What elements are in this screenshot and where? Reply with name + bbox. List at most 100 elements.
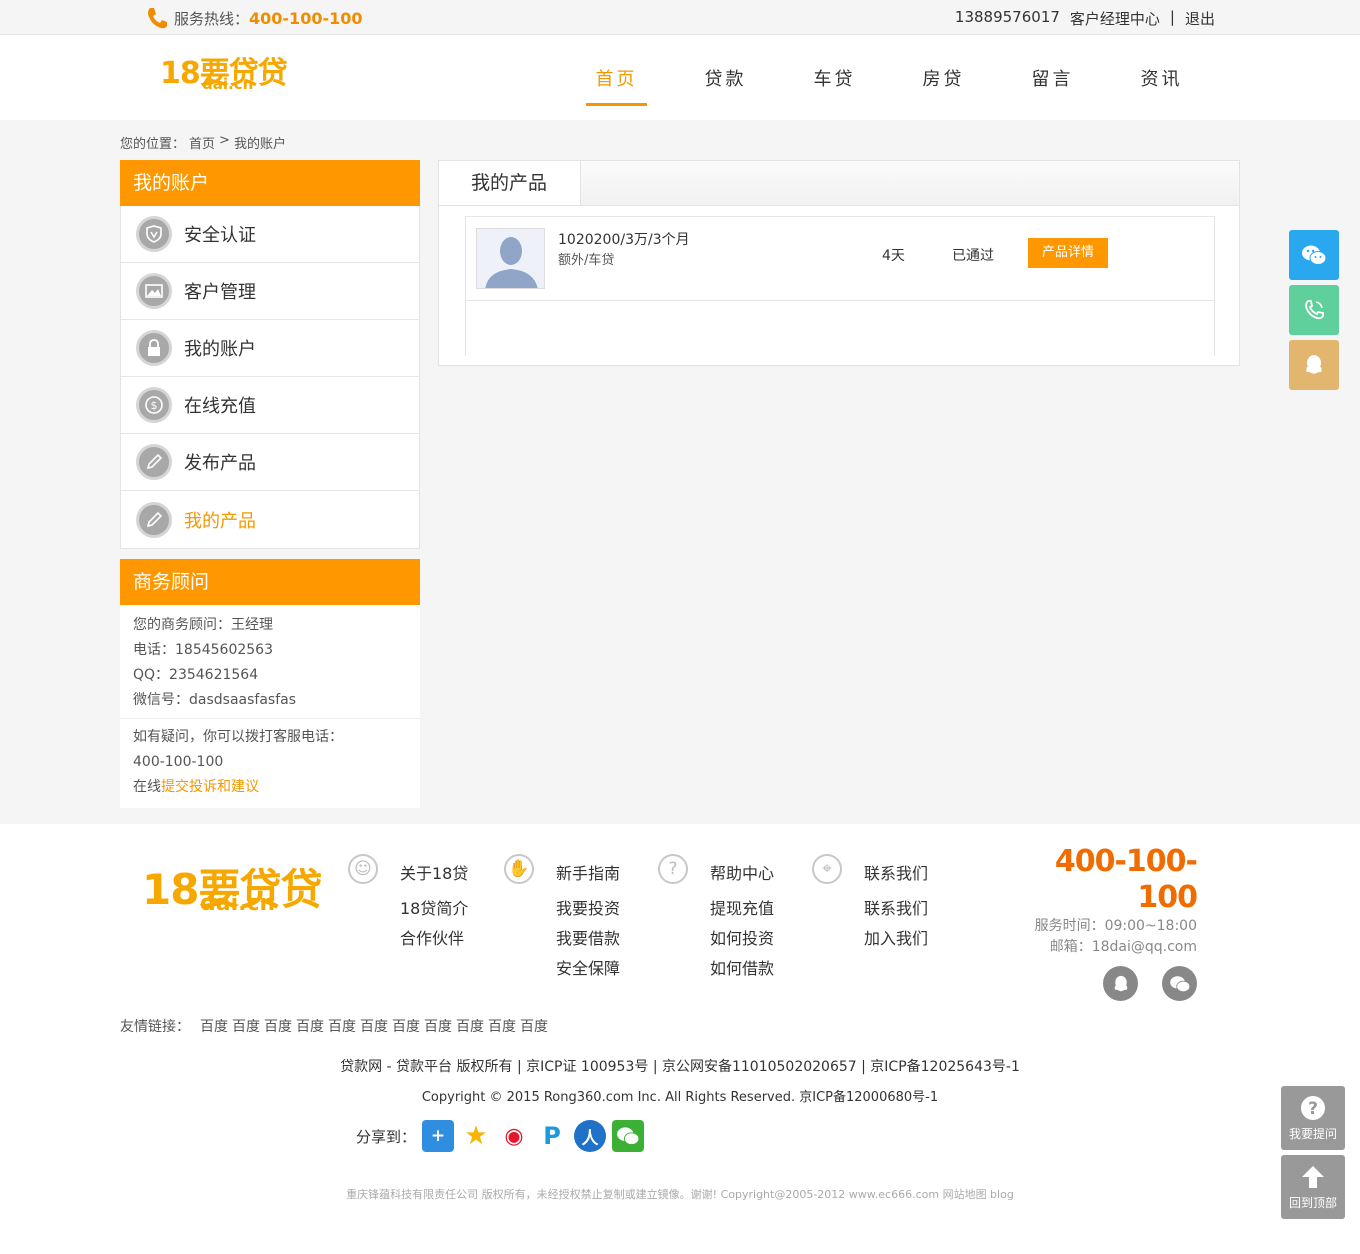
friend-link[interactable]: 百度 [392, 1016, 420, 1036]
advisor-qq: QQ：2354621564 [133, 667, 259, 683]
share-pengyou-icon[interactable]: P [536, 1120, 569, 1152]
service-time: 服务时间：09:00~18:00 [1034, 918, 1197, 934]
manager-center-link[interactable]: 客户经理中心 [1070, 8, 1160, 29]
sidebar-item-security[interactable]: 安全认证 [121, 206, 419, 263]
share-qzone-icon[interactable]: ★ [460, 1120, 493, 1152]
tab-my-products[interactable]: 我的产品 [439, 161, 581, 205]
nav-item-loan[interactable]: 贷款 [671, 35, 780, 120]
share-label: 分享到： [356, 1127, 417, 1146]
complaint-line: 在线提交投诉和建议 [133, 775, 407, 808]
footer-link[interactable]: 合作伙伴 [400, 924, 468, 954]
friend-link[interactable]: 百度 [328, 1016, 356, 1036]
sidebar-item-label: 客户管理 [184, 282, 256, 303]
coin-icon: $ [136, 387, 172, 423]
footer-link[interactable]: 联系我们 [864, 894, 928, 924]
phone-float-button[interactable] [1289, 285, 1339, 335]
top-bar: 服务热线： 400-100-100 13889576017 客户经理中心 | 退… [0, 0, 1360, 35]
product-detail-button[interactable]: 产品详情 [1028, 238, 1108, 268]
sidebar-item-label: 发布产品 [184, 453, 256, 474]
footer-logo[interactable]: 18要贷贷 dai.cn [142, 869, 322, 915]
sidebar: 我的账户 安全认证 客户管理 我的账户 $ 在线充值 发布产品 我的产品 商务顾… [120, 160, 420, 808]
complaint-link[interactable]: 提交投诉和建议 [161, 779, 259, 795]
hotline-label: 服务热线： [174, 9, 250, 28]
sidebar-item-account[interactable]: 我的账户 [121, 320, 419, 377]
lock-icon [136, 330, 172, 366]
ask-question-button[interactable]: ? 我要提问 [1281, 1086, 1345, 1150]
advisor-question: 如有疑问，你可以拨打客服电话： [133, 729, 343, 745]
footer-links: 我要投资 我要借款 安全保障 [556, 894, 620, 984]
friend-link[interactable]: 百度 [200, 1016, 228, 1036]
footer: 18要贷贷 dai.cn ☺ 关于18贷 18贷简介 合作伙伴 ✋ 新手指南 我… [0, 824, 1360, 1254]
wechat-float-button[interactable] [1289, 230, 1339, 280]
friend-links: 友情链接： 百度 百度 百度 百度 百度 百度 百度 百度 百度 百度 百度 [120, 1016, 548, 1036]
share-renren-icon[interactable]: 人 [574, 1120, 607, 1152]
nav-item-home[interactable]: 首页 [562, 35, 671, 120]
friend-link[interactable]: 百度 [232, 1016, 260, 1036]
phone-icon [148, 8, 167, 29]
footer-link[interactable]: 安全保障 [556, 954, 620, 984]
image-icon [136, 273, 172, 309]
breadcrumb-prefix: 您的位置： [120, 137, 186, 152]
nav-item-car-loan[interactable]: 车贷 [780, 35, 889, 120]
qq-icon[interactable] [1103, 966, 1138, 1001]
breadcrumb: 您的位置： 首页 > 我的账户 [120, 133, 286, 152]
footer-link[interactable]: 加入我们 [864, 924, 928, 954]
footer-link[interactable]: 我要借款 [556, 924, 620, 954]
sidebar-item-customers[interactable]: 客户管理 [121, 263, 419, 320]
nav-item-news[interactable]: 资讯 [1107, 35, 1216, 120]
breadcrumb-current: 我的账户 [233, 137, 286, 152]
footer-link[interactable]: 如何借款 [710, 954, 774, 984]
footer-link[interactable]: 提现充值 [710, 894, 774, 924]
friend-link[interactable]: 百度 [296, 1016, 324, 1036]
site-logo[interactable]: 18要贷贷 dai.cn [160, 59, 288, 92]
footer-link[interactable]: 18贷简介 [400, 894, 468, 924]
user-links: 13889576017 客户经理中心 | 退出 [955, 8, 1215, 29]
logout-link[interactable]: 退出 [1185, 8, 1215, 29]
friend-link[interactable]: 百度 [264, 1016, 292, 1036]
phone-icon [1305, 300, 1324, 320]
hotline-number: 400-100-100 [249, 8, 363, 28]
ask-question-label: 我要提问 [1288, 1126, 1337, 1141]
footer-phone: 400-100-100 [1054, 844, 1198, 915]
sidebar-menu: 安全认证 客户管理 我的账户 $ 在线充值 发布产品 我的产品 [120, 206, 420, 549]
advisor-panel: 商务顾问 您的商务顾问：王经理 电话：18545602563 QQ：235462… [120, 559, 420, 808]
user-phone: 13889576017 [954, 8, 1060, 26]
back-to-top-label: 回到顶部 [1288, 1195, 1337, 1210]
wechat-icon[interactable] [1162, 966, 1197, 1001]
footer-col-head: 关于18贷 [400, 864, 469, 883]
back-to-top-button[interactable]: 回到顶部 [1281, 1155, 1345, 1219]
sidebar-item-label: 在线充值 [184, 396, 256, 417]
share-bar: 分享到： + ★ ◉ P 人 [356, 1120, 645, 1152]
friend-link[interactable]: 百度 [456, 1016, 484, 1036]
share-wechat-icon[interactable] [612, 1120, 645, 1152]
complaint-prefix: 在线 [133, 779, 161, 795]
hotline: 服务热线： 400-100-100 [146, 6, 363, 30]
friend-link[interactable]: 百度 [424, 1016, 452, 1036]
separator: | [1169, 8, 1175, 26]
sidebar-item-label: 我的产品 [184, 510, 256, 532]
tab-bar: 我的产品 [439, 161, 1239, 206]
nav-item-house-loan[interactable]: 房贷 [889, 35, 998, 120]
sidebar-item-recharge[interactable]: $ 在线充值 [121, 377, 419, 434]
qq-float-button[interactable] [1289, 340, 1339, 390]
product-title: 1020200/3万/3个月 [558, 232, 690, 248]
breadcrumb-home[interactable]: 首页 [189, 133, 215, 152]
friend-link[interactable]: 百度 [520, 1016, 548, 1036]
friend-link[interactable]: 百度 [488, 1016, 516, 1036]
footer-link[interactable]: 我要投资 [556, 894, 620, 924]
nav-item-message[interactable]: 留言 [998, 35, 1107, 120]
footer-link[interactable]: 如何投资 [710, 924, 774, 954]
sidebar-item-publish[interactable]: 发布产品 [121, 434, 419, 491]
footer-links: 提现充值 如何投资 如何借款 [710, 894, 774, 984]
advisor-wechat: 微信号：dasdsaasfasfas [133, 692, 296, 708]
friend-link[interactable]: 百度 [360, 1016, 388, 1036]
breadcrumb-sep: > [219, 133, 230, 148]
product-subtitle: 额外/车贷 [558, 253, 615, 268]
share-more-icon[interactable]: + [422, 1120, 455, 1152]
share-weibo-icon[interactable]: ◉ [498, 1120, 531, 1152]
pencil-icon [136, 501, 172, 538]
sidebar-item-label: 安全认证 [184, 225, 256, 246]
sidebar-title: 我的账户 [120, 160, 420, 206]
sidebar-item-my-products[interactable]: 我的产品 [121, 491, 419, 548]
content-panel: 我的产品 1020200/3万/3个月 额外/车贷 4天 已通过 产品详情 [438, 160, 1240, 366]
